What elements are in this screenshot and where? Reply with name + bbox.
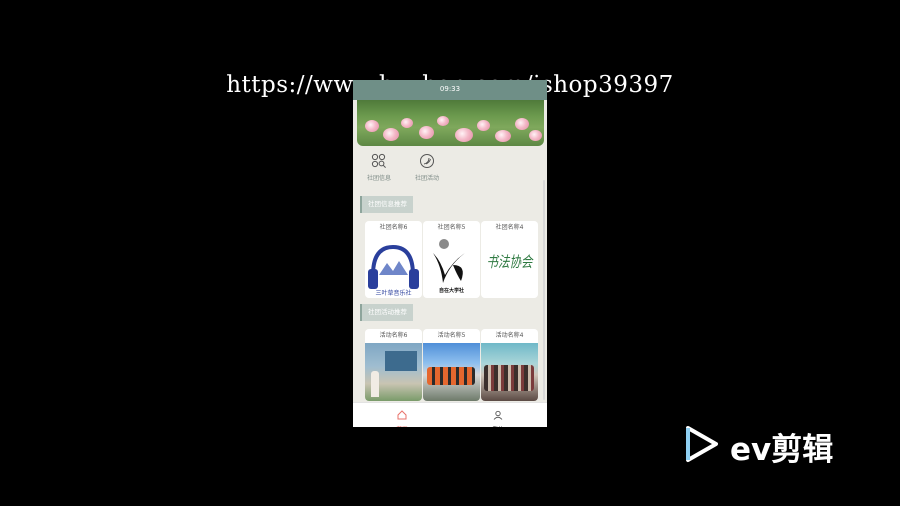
user-icon: [493, 410, 503, 420]
flower: [401, 118, 413, 128]
flower: [529, 130, 542, 141]
screen: { "watermark": "https://www.huzhan.com/i…: [0, 0, 900, 506]
menu-label: 社团活动: [414, 175, 439, 182]
grid-search-icon: [371, 153, 387, 169]
menu-club-activity[interactable]: 社团活动: [407, 153, 447, 182]
activity-ring-icon: [419, 153, 435, 169]
activity-photo: [423, 343, 480, 401]
club-name: 社团名称5: [423, 221, 480, 235]
flower: [455, 128, 473, 142]
club-card[interactable]: 社团名称4 书法协会: [481, 221, 538, 298]
club-logo-text: 书法协会: [487, 253, 535, 271]
flower: [383, 128, 399, 141]
display-board: [385, 351, 417, 371]
play-icon: [686, 426, 718, 462]
section-activity-recommend: 社团活动推荐: [360, 304, 413, 321]
activity-name: 活动名称6: [365, 329, 422, 343]
flower: [419, 126, 434, 139]
flower: [437, 116, 449, 126]
person-figure: [371, 371, 379, 397]
menu-label: 社团信息: [366, 175, 391, 182]
tab-mine[interactable]: 我的: [468, 405, 528, 427]
club-card[interactable]: 社团名称5 自在大学社: [423, 221, 480, 298]
scrollbar[interactable]: [543, 180, 545, 400]
club-name: 社团名称4: [481, 221, 538, 235]
activity-photo: [365, 343, 422, 401]
flower: [515, 118, 529, 130]
status-bar: 09:33: [353, 80, 547, 100]
flower: [477, 120, 490, 131]
activity-name: 活动名称5: [423, 329, 480, 343]
group-figures: [427, 367, 475, 385]
brand-name: ev剪辑: [730, 432, 834, 468]
banner-image[interactable]: [357, 100, 544, 146]
activity-card[interactable]: 活动名称5: [423, 329, 480, 401]
activity-card[interactable]: 活动名称6: [365, 329, 422, 401]
club-logo-text: 自在大学社: [439, 287, 464, 294]
menu-club-info[interactable]: 社团信息: [359, 153, 399, 182]
club-name: 社团名称6: [365, 221, 422, 235]
tab-bar: 首页 我的: [353, 402, 547, 427]
activity-card[interactable]: 活动名称4: [481, 329, 538, 401]
group-figures: [484, 365, 534, 391]
tab-home[interactable]: 首页: [372, 405, 432, 427]
activity-photo: [481, 343, 538, 401]
club-card[interactable]: 社团名称6 三叶草音乐社: [365, 221, 422, 298]
tab-label: 首页: [372, 425, 432, 427]
phone-screen: 09:33 社团信息 社团活动 社团信息推荐 社团名称6 三叶草音乐社 社团名称…: [353, 80, 547, 427]
status-time: 09:33: [439, 85, 461, 93]
section-club-recommend: 社团信息推荐: [360, 196, 413, 213]
club-logo-calligraphy-association: 书法协会: [481, 235, 538, 298]
activity-name: 活动名称4: [481, 329, 538, 343]
club-logo-text: 三叶草音乐社: [375, 289, 411, 297]
flower: [365, 120, 379, 132]
club-logo-music: 三叶草音乐社: [365, 235, 422, 298]
home-icon: [397, 410, 407, 420]
tab-label: 我的: [468, 425, 528, 427]
club-logo-calligraphy-s: 自在大学社: [423, 235, 480, 298]
flower: [495, 130, 511, 142]
